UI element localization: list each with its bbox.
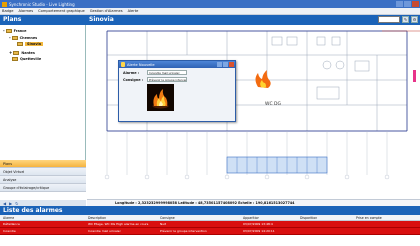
alarm-list-header: Liste des alarmes <box>0 206 420 215</box>
dialog-controls <box>217 62 234 67</box>
folder-icon <box>5 28 12 33</box>
consigne-cell: Nuit <box>160 222 167 226</box>
maximize-button[interactable] <box>404 1 411 7</box>
tree-node-france[interactable]: - France <box>3 28 26 33</box>
expander-icon[interactable]: - <box>3 28 5 33</box>
fire-alarm-icon[interactable] <box>255 70 271 88</box>
consigne-label: Consigne : <box>123 78 144 82</box>
consigne-cell: Prévenir le groupe intervention <box>160 229 207 233</box>
tree-node-quetteville[interactable]: Quetteville <box>12 57 41 61</box>
menu-item[interactable]: Badge <box>2 9 13 13</box>
folder-icon <box>13 50 20 55</box>
edit-icon[interactable]: ✎ <box>402 16 409 23</box>
zoom-field[interactable] <box>378 16 400 23</box>
apparition-cell: 03/07/2009 14:20:11 <box>243 229 275 233</box>
folder-icon <box>12 57 18 61</box>
fire-photo-image <box>147 84 174 111</box>
forward-icon[interactable]: ▶ <box>9 201 12 206</box>
column-header[interactable]: Alarme <box>3 216 14 220</box>
fire-photo <box>147 84 174 111</box>
nav-plans[interactable]: Plans <box>0 160 86 168</box>
menu-item[interactable]: Comportement graphique <box>38 9 85 13</box>
nav-objet-virtuel[interactable]: Objet Virtuel <box>0 168 86 176</box>
tree-node-label: Chemnes <box>19 35 38 40</box>
plans-title: Plans <box>3 16 22 23</box>
consigne-value-field[interactable]: Prévenir le groupe intervention <box>147 77 187 82</box>
alarm-label: Alarme : <box>123 71 140 75</box>
site-tree: - France - Chemnes Sinovia + Nantes Quet… <box>0 25 86 160</box>
table-row[interactable]: Incendie Incendie mail urinaisc Prévenir… <box>0 228 420 235</box>
dialog-maximize-button[interactable] <box>223 62 228 67</box>
tree-node-chemnes[interactable]: - Chemnes <box>9 35 37 40</box>
description-cell: Incendie mail urinaisc <box>88 229 121 233</box>
nav-label: Analyse <box>3 177 17 182</box>
map-toolbar: ✎ ⚙ <box>378 16 418 23</box>
alarm-cell: Défaillance <box>3 222 20 226</box>
apparition-cell: 03/07/2009 13:48:4 <box>243 222 273 226</box>
alarm-value-field[interactable]: Incendie mail urinaisc <box>147 70 187 75</box>
nav-label: Objet Virtuel <box>3 169 25 174</box>
table-row[interactable]: Défaillance WC Etage, WC DG High alarme … <box>0 221 420 228</box>
back-icon[interactable]: ◀ <box>3 201 6 206</box>
fire-location-label: WC DG <box>265 102 281 107</box>
site-title: Sinovia <box>89 16 114 23</box>
menu-item[interactable]: Alarmes <box>18 9 33 13</box>
column-header[interactable]: Consigne <box>160 216 175 220</box>
menu-item[interactable]: Gestion d'Alarmes <box>90 9 123 13</box>
minimize-button[interactable] <box>396 1 403 7</box>
nav-label: Groupe d'éclairage/critique <box>3 185 50 190</box>
column-header[interactable]: Apparition <box>243 216 259 220</box>
dialog-minimize-button[interactable] <box>217 62 222 67</box>
tree-node-nantes[interactable]: + Nantes <box>9 50 35 55</box>
column-header[interactable]: Prise en compte <box>356 216 382 220</box>
refresh-icon[interactable]: ↻ <box>15 201 18 206</box>
tree-node-sinovia[interactable]: Sinovia <box>17 42 44 46</box>
plans-header: Plans Sinovia ✎ ⚙ <box>0 15 420 25</box>
coordinates-text: Longitude : 2,323232999998058 Latitude :… <box>115 201 295 205</box>
tree-node-label: Sinovia <box>25 42 44 46</box>
tree-node-label: Nantes <box>21 50 35 55</box>
window-controls <box>396 1 419 7</box>
menu-item[interactable]: Alerte <box>128 9 139 13</box>
alarm-list-title: Liste des alarmes <box>3 207 63 214</box>
left-nav: Plans Objet Virtuel Analyse Groupe d'écl… <box>0 160 86 192</box>
bell-icon <box>121 62 125 67</box>
alarm-cell: Incendie <box>3 229 16 233</box>
description-cell: WC Etage, WC DG High alarme en cours <box>88 222 149 226</box>
settings-icon[interactable]: ⚙ <box>411 16 418 23</box>
tree-node-label: France <box>13 28 27 33</box>
tree-node-label: Quetteville <box>20 57 42 61</box>
folder-icon <box>17 42 23 46</box>
alarm-list-empty-area <box>0 235 420 246</box>
coordinates-bar: Longitude : 2,323232999998058 Latitude :… <box>87 199 420 206</box>
alert-dialog: Alerte Nouvelle Alarme : Incendie mail u… <box>118 60 236 122</box>
nav-groupe[interactable]: Groupe d'éclairage/critique <box>0 184 86 192</box>
nav-analyse[interactable]: Analyse <box>0 176 86 184</box>
app-icon <box>2 1 7 7</box>
column-header[interactable]: Description <box>88 216 106 220</box>
window-titlebar: Synchronic Studio - Live Lighting <box>0 0 420 8</box>
folder-icon <box>11 35 18 40</box>
window-title: Synchronic Studio - Live Lighting <box>9 1 75 7</box>
nav-label: Plans <box>3 161 12 166</box>
dialog-title: Alerte Nouvelle <box>127 62 155 67</box>
menu-bar: Badge Alarmes Comportement graphique Ges… <box>0 8 420 15</box>
column-header[interactable]: Disparition <box>300 216 317 220</box>
expander-icon[interactable]: + <box>9 50 12 55</box>
expander-icon[interactable]: - <box>9 35 11 40</box>
dialog-close-button[interactable] <box>229 62 234 67</box>
dialog-titlebar[interactable]: Alerte Nouvelle <box>119 61 235 68</box>
close-button[interactable] <box>412 1 419 7</box>
